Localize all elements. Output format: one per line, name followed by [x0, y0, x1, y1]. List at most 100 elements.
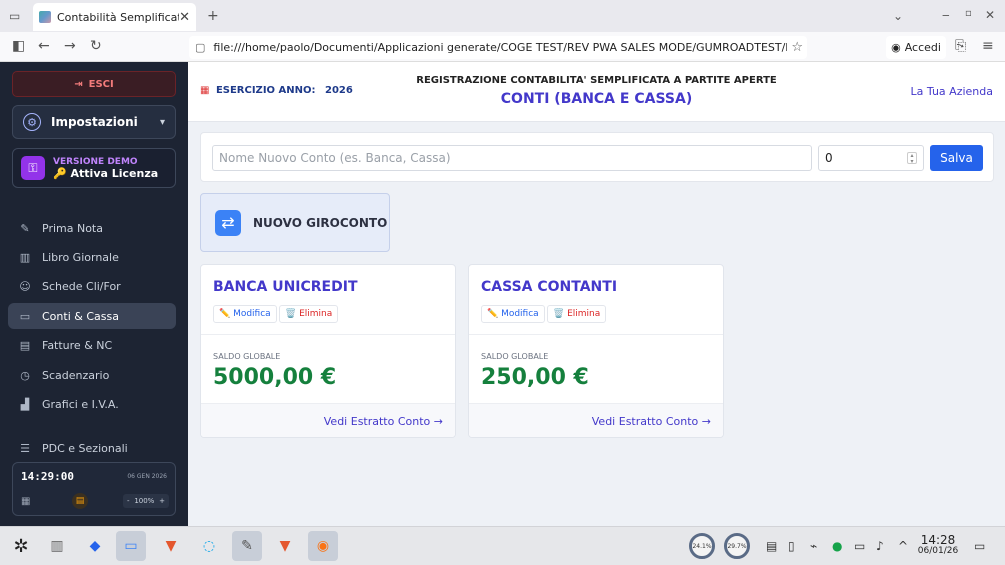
- transfer-icon: ⇄: [215, 209, 241, 236]
- page-header: ▦ ESERCIZIO ANNO: 2026 REGISTRAZIONE CON…: [188, 62, 1005, 122]
- sidebar-item-pdc[interactable]: ☰ PDC e Sezionali: [8, 435, 176, 461]
- menu-icon[interactable]: ≡: [982, 39, 994, 53]
- show-desktop-icon[interactable]: ▭: [974, 539, 985, 553]
- clock-widget: 14:29:00 06 GEN 2026 ▦ ▤ - 100% +: [12, 462, 176, 516]
- page-subtitle: CONTI (BANCA E CASSA): [500, 91, 693, 107]
- clock-date: 06 GEN 2026: [127, 473, 167, 480]
- browser-tab-bar: ▭ Contabilità Semplificata ✕ + ⌄ ‒ ▫ ✕: [0, 0, 1005, 32]
- clock-time: 14:29:00: [21, 470, 74, 483]
- esci-button[interactable]: ⇥ ESCI: [12, 71, 176, 97]
- file-manager-icon[interactable]: ▥: [42, 531, 72, 561]
- reload-icon[interactable]: ↻: [90, 39, 102, 53]
- zoom-control: - 100% +: [123, 494, 169, 508]
- sidebar-item-label: Schede Cli/For: [42, 279, 121, 293]
- microphone-icon[interactable]: ●: [832, 539, 842, 553]
- account-card: CASSA CONTANTI ✏️ Modifica 🗑️ Elimina SA…: [468, 264, 724, 438]
- account-name: CASSA CONTANTI: [481, 279, 618, 295]
- brave-icon[interactable]: ▼: [270, 531, 300, 561]
- sidebar-item-label: Libro Giornale: [42, 250, 119, 264]
- edit-icon: ✎: [20, 221, 30, 235]
- users-icon: ☺: [19, 279, 31, 293]
- elimina-button[interactable]: 🗑️ Elimina: [279, 305, 339, 323]
- browser-tab[interactable]: Contabilità Semplificata ✕: [33, 3, 196, 31]
- tab-overview-icon[interactable]: ▭: [9, 9, 20, 23]
- volume-icon[interactable]: ♪: [876, 539, 884, 553]
- account-icon: ◉: [891, 41, 901, 54]
- tab-list-icon[interactable]: ⌄: [893, 9, 903, 23]
- sidebar-item-label: Prima Nota: [42, 221, 103, 235]
- account-name-input[interactable]: [212, 145, 812, 171]
- accedi-label: Accedi: [904, 41, 941, 54]
- wallet-icon: ▭: [19, 309, 31, 323]
- elimina-button[interactable]: 🗑️ Elimina: [547, 305, 607, 323]
- archive-icon[interactable]: ▤: [72, 493, 88, 509]
- demo-version-label: VERSIONE DEMO: [53, 156, 138, 167]
- vscode-icon[interactable]: ◆: [80, 531, 110, 561]
- cpu-gauge: 29.7%: [724, 533, 750, 559]
- calculator-icon[interactable]: ▦: [21, 496, 30, 507]
- taskbar-clock[interactable]: 14:28 06/01/26: [913, 533, 963, 557]
- new-account-form: ▴▾ Salva: [200, 132, 994, 182]
- sidebar-item-libro-giornale[interactable]: ▥ Libro Giornale: [8, 244, 176, 270]
- firefox-icon[interactable]: ◉: [308, 531, 338, 561]
- estratto-conto-link[interactable]: Vedi Estratto Conto →: [324, 415, 443, 428]
- usb-icon[interactable]: ⌁: [810, 539, 817, 553]
- company-link[interactable]: La Tua Azienda: [911, 85, 993, 98]
- sidebar-item-conti-cassa[interactable]: ▭ Conti & Cassa: [8, 303, 176, 329]
- sidebar-item-prima-nota[interactable]: ✎ Prima Nota: [8, 215, 176, 241]
- invoice-icon: ▤: [19, 338, 31, 352]
- window-close-icon[interactable]: ✕: [985, 8, 995, 22]
- back-icon[interactable]: ←: [38, 39, 50, 53]
- modifica-button[interactable]: ✏️ Modifica: [481, 305, 545, 323]
- taskbar-time: 14:28: [920, 533, 956, 547]
- attiva-licenza-button[interactable]: ⚿ VERSIONE DEMO 🔑 Attiva Licenza: [12, 148, 176, 188]
- sidebar-item-label: Scadenzario: [42, 368, 110, 382]
- saldo-value: 250,00 €: [481, 365, 589, 390]
- sidebar-item-scadenzario[interactable]: ◷ Scadenzario: [8, 362, 176, 388]
- sync-app-icon[interactable]: ◌: [194, 531, 224, 561]
- impostazioni-dropdown[interactable]: ⚙ Impostazioni ▾: [12, 105, 176, 139]
- accedi-button[interactable]: ◉ Accedi: [886, 36, 946, 59]
- estratto-conto-link[interactable]: Vedi Estratto Conto →: [592, 415, 711, 428]
- minimize-icon[interactable]: ‒: [942, 8, 950, 22]
- maximize-icon[interactable]: ▫: [965, 8, 972, 19]
- url-bar[interactable]: ▢ file:///home/paolo/Documenti/Applicazi…: [189, 36, 807, 59]
- taskbar-date: 06/01/26: [917, 546, 959, 556]
- card-footer: Vedi Estratto Conto →: [469, 403, 723, 437]
- close-tab-icon[interactable]: ✕: [179, 10, 190, 25]
- save-button[interactable]: Salva: [930, 145, 983, 171]
- app-launcher-icon[interactable]: ✲: [6, 531, 36, 561]
- tab-title: Contabilità Semplificata: [57, 10, 180, 24]
- impostazioni-label: Impostazioni: [51, 115, 138, 129]
- zoom-in-button[interactable]: +: [159, 497, 165, 505]
- sidebar-item-fatture[interactable]: ▤ Fatture & NC: [8, 332, 176, 358]
- tray-expand-icon[interactable]: ^: [898, 539, 908, 553]
- favicon-icon: [39, 11, 51, 23]
- card-footer: Vedi Estratto Conto →: [201, 403, 455, 437]
- chevron-down-icon: ▾: [159, 116, 165, 128]
- gear-icon: ⚙: [23, 113, 41, 131]
- sidebar-item-label: PDC e Sezionali: [42, 441, 128, 455]
- kde-connect-icon[interactable]: ▯: [788, 539, 795, 553]
- forward-icon[interactable]: →: [64, 39, 76, 53]
- key-icon: ⚿: [21, 156, 45, 180]
- clipboard-icon[interactable]: ▤: [766, 539, 777, 553]
- divider: [201, 334, 455, 335]
- editor-icon[interactable]: ✎: [232, 531, 262, 561]
- sidebar-item-grafici[interactable]: ▟ Grafici e I.V.A.: [8, 391, 176, 417]
- brave-icon[interactable]: ▼: [156, 531, 186, 561]
- number-spinner-icon[interactable]: ▴ ▾: [907, 152, 917, 165]
- zoom-out-button[interactable]: -: [127, 497, 130, 505]
- sidebar-toggle-icon[interactable]: ◧: [12, 39, 25, 53]
- zoom-value: 100%: [134, 497, 155, 505]
- sidebar-item-schede[interactable]: ☺ Schede Cli/For: [8, 273, 176, 299]
- nuovo-giroconto-button[interactable]: ⇄ NUOVO GIROCONTO: [200, 193, 390, 252]
- new-tab-icon[interactable]: +: [207, 8, 219, 24]
- bookmark-star-icon[interactable]: ☆: [791, 40, 803, 55]
- network-icon[interactable]: ▭: [854, 539, 865, 553]
- window-icon[interactable]: ▭: [116, 531, 146, 561]
- sidebar-item-label: Grafici e I.V.A.: [42, 397, 119, 411]
- modifica-button[interactable]: ✏️ Modifica: [213, 305, 277, 323]
- book-icon: ▥: [19, 250, 31, 264]
- extensions-icon[interactable]: ⎘: [955, 39, 966, 53]
